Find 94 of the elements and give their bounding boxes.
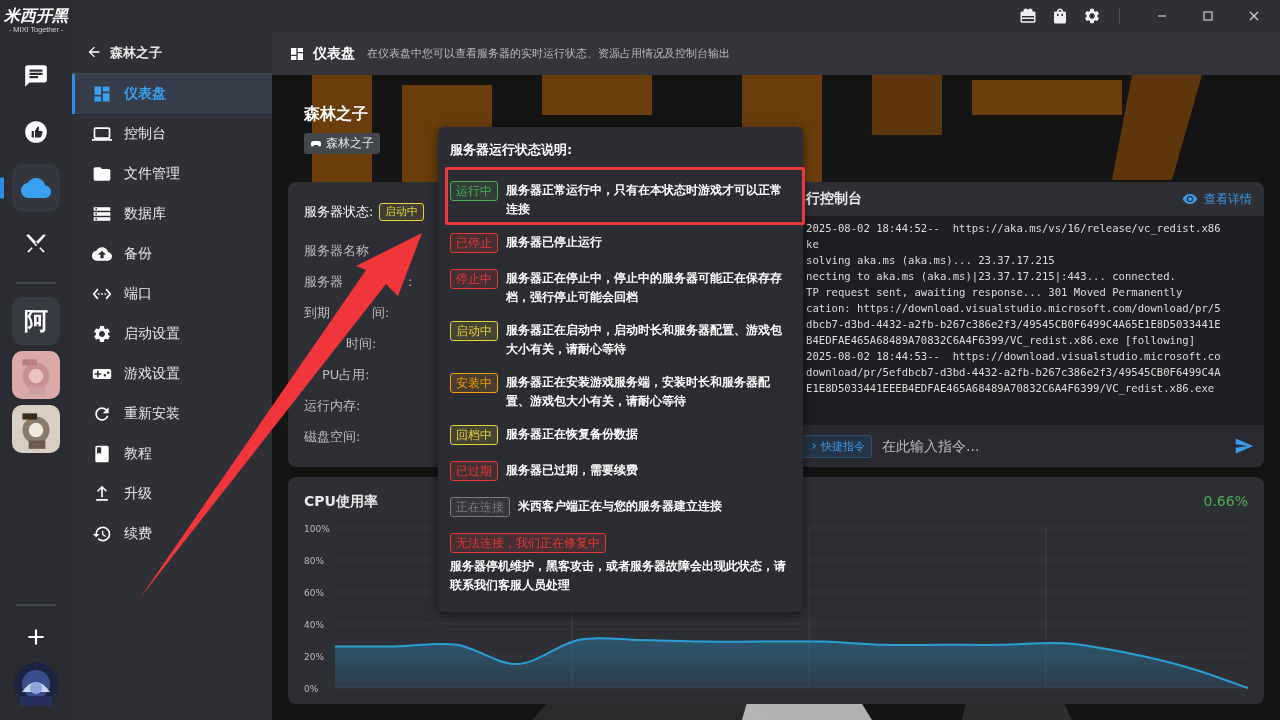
sidebar-item[interactable]: 数据库 bbox=[72, 194, 174, 234]
back-arrow-icon[interactable] bbox=[86, 44, 102, 60]
sidebar-item[interactable]: 控制台 bbox=[72, 114, 174, 154]
log-line: E1E8D5033441EEEB4EDFAE465A68489A70832C6A4F6399/VC_redist.x86.exe bbox=[806, 381, 1216, 396]
chart-title: CPU使用率 bbox=[304, 493, 378, 511]
sidebar-item[interactable]: 升级 bbox=[72, 474, 160, 514]
laptop-icon bbox=[92, 124, 112, 144]
field-label: 时间: bbox=[346, 335, 377, 353]
log-line: download/pr/5efdbcb7-d3bd-4432-a2fb-b267c386e2f3/49545CB0F6499C4A bbox=[806, 365, 1222, 380]
status-description: 米西客户端正在与您的服务器建立连接 bbox=[518, 498, 723, 515]
log-line: solving aka.ms (aka.ms)... 23.37.17.215 bbox=[806, 253, 1056, 268]
dashboard-icon bbox=[289, 45, 305, 62]
sidebar-item[interactable]: 启动设置 bbox=[72, 314, 188, 354]
axis-tick-label: 40% bbox=[304, 620, 324, 630]
status-description: 服务器已停止运行 bbox=[506, 234, 603, 251]
sidebar-item[interactable]: 备份 bbox=[72, 234, 160, 274]
log-line: necting to aka.ms (aka.ms)|23.37.17.215|:443... connected. bbox=[806, 269, 1177, 284]
server-button[interactable] bbox=[12, 405, 60, 453]
server-name: 森林之子 bbox=[304, 104, 369, 125]
view-details-link[interactable]: 查看详情 bbox=[1182, 190, 1252, 208]
send-icon[interactable] bbox=[1234, 436, 1254, 456]
status-description: 服务器停机维护，黑客攻击，或者服务器故障会出现此状态，请联系我们客服人员处理 bbox=[450, 558, 787, 594]
status-tag: 已过期 bbox=[450, 461, 498, 481]
log-line: B4EDFAE465A68489A70832C6A4F6399/VC_redist.x86.exe [following] bbox=[806, 333, 1197, 348]
folder-icon bbox=[92, 164, 112, 184]
sidebar-item[interactable]: 教程 bbox=[72, 434, 160, 474]
field-label: 间: bbox=[372, 304, 390, 322]
field-label: 服务器 bbox=[304, 273, 343, 291]
status-description: 服务器正在停止中，停止中的服务器可能正在保存存档，强行停止可能会回档 bbox=[506, 270, 783, 306]
field-label: 运行内存: bbox=[304, 397, 361, 415]
chat-icon bbox=[23, 63, 49, 89]
server-title: 森林之子 bbox=[110, 44, 162, 62]
server-button[interactable]: 阿 bbox=[12, 297, 60, 345]
sidebar-item[interactable]: 端口 bbox=[72, 274, 160, 314]
field-label: 服务器名称 bbox=[304, 242, 369, 260]
status-tag: 启动中 bbox=[450, 321, 498, 341]
status-tag: 无法连接，我们正在修复中 bbox=[450, 533, 606, 553]
log-line: dbcb7-d3bd-4432-a2fb-b267c386e2f3/49545CB0F6499C4A65E1E8D5033441E bbox=[806, 317, 1222, 332]
cpu-reading: 0.66% bbox=[1203, 493, 1248, 511]
status-description: 服务器已过期，需要续费 bbox=[506, 462, 639, 479]
field-label: PU占用: bbox=[322, 366, 370, 384]
game-name: 森林之子 bbox=[326, 135, 374, 152]
database-icon bbox=[92, 204, 112, 224]
sidebar-item[interactable]: 游戏设置 bbox=[72, 354, 188, 394]
gift-icon[interactable] bbox=[1019, 7, 1037, 25]
page-title: 仪表盘 bbox=[313, 44, 355, 63]
status-tag: 正在连接 bbox=[450, 497, 510, 517]
status-description: 服务器正在安装游戏服务端，安装时长和服务器配置、游戏包大小有关，请耐心等待 bbox=[506, 374, 771, 410]
status-description: 服务器正在启动中，启动时长和服务器配置、游戏包大小有关，请耐心等待 bbox=[506, 322, 783, 358]
axis-tick-label: 20% bbox=[304, 652, 324, 662]
book-icon bbox=[92, 444, 112, 464]
status-description: 服务器正常运行中，只有在本状态时游戏才可以正常连接 bbox=[506, 182, 783, 218]
command-input[interactable]: 在此输入指令... bbox=[880, 437, 1226, 455]
sidebar-item[interactable]: 文件管理 bbox=[72, 154, 188, 194]
status-tag: 运行中 bbox=[450, 181, 498, 201]
axis-tick-label: 60% bbox=[304, 588, 324, 598]
log-line: 2025-08-02 18:44:52-- https://aka.ms/vs/16/release/vc_redist.x86 bbox=[806, 221, 1222, 236]
status-description: 服务器正在恢复备份数据 bbox=[506, 426, 639, 443]
status-tag: 停止中 bbox=[450, 269, 498, 289]
app-tagline: - MIXI Together - bbox=[8, 25, 64, 34]
page-description: 在仪表盘中您可以查看服务器的实时运行状态、资源占用情况及控制台输出 bbox=[367, 46, 730, 61]
tooltip-title: 服务器运行状态说明: bbox=[450, 141, 574, 159]
log-line: ke bbox=[806, 237, 820, 252]
renew-icon bbox=[92, 524, 112, 544]
refresh-icon bbox=[92, 404, 112, 424]
status-tag: 回档中 bbox=[450, 425, 498, 445]
status-label: 服务器状态: bbox=[304, 203, 374, 221]
axis-tick-label: 80% bbox=[304, 556, 324, 566]
settings-icon bbox=[92, 324, 112, 344]
thumbs-up-icon bbox=[23, 119, 49, 145]
status-tag: 已停止 bbox=[450, 233, 498, 253]
log-line: 2025-08-02 18:44:53-- https://download.visualstudio.microsoft.co bbox=[806, 349, 1222, 364]
axis-tick-label: 100% bbox=[304, 524, 330, 534]
dashboard-icon bbox=[92, 84, 112, 104]
sidebar-item[interactable]: 重新安装 bbox=[72, 394, 188, 434]
log-line: TP request sent, awaiting response... 301 Moved Permanently bbox=[806, 285, 1184, 300]
settings-icon[interactable] bbox=[1083, 7, 1101, 25]
maximize-icon[interactable] bbox=[1200, 8, 1216, 24]
status-tag: 安装中 bbox=[450, 373, 498, 393]
field-label: 到期 bbox=[304, 304, 330, 322]
eye-icon bbox=[1182, 191, 1198, 207]
sidebar-item[interactable]: 仪表盘 bbox=[72, 74, 272, 114]
quick-command-button[interactable]: 快捷指令 bbox=[802, 434, 872, 458]
field-label: : bbox=[408, 273, 413, 291]
server-button[interactable] bbox=[12, 351, 60, 399]
sidebar-item[interactable]: 续费 bbox=[72, 514, 160, 554]
console-title: 行控制台 bbox=[806, 190, 862, 208]
axis-tick-label: 0% bbox=[304, 684, 319, 694]
field-label: 磁盘空间: bbox=[304, 428, 361, 446]
cloud-upload-icon bbox=[92, 244, 112, 264]
shopping-bag-icon[interactable] bbox=[1051, 7, 1069, 25]
status-tag: 启动中 bbox=[379, 203, 425, 221]
app-logo: 米西开黑 bbox=[4, 6, 68, 25]
log-line: cation: https://download.visualstudio.microsoft.com/download/pr/5 bbox=[806, 301, 1222, 316]
